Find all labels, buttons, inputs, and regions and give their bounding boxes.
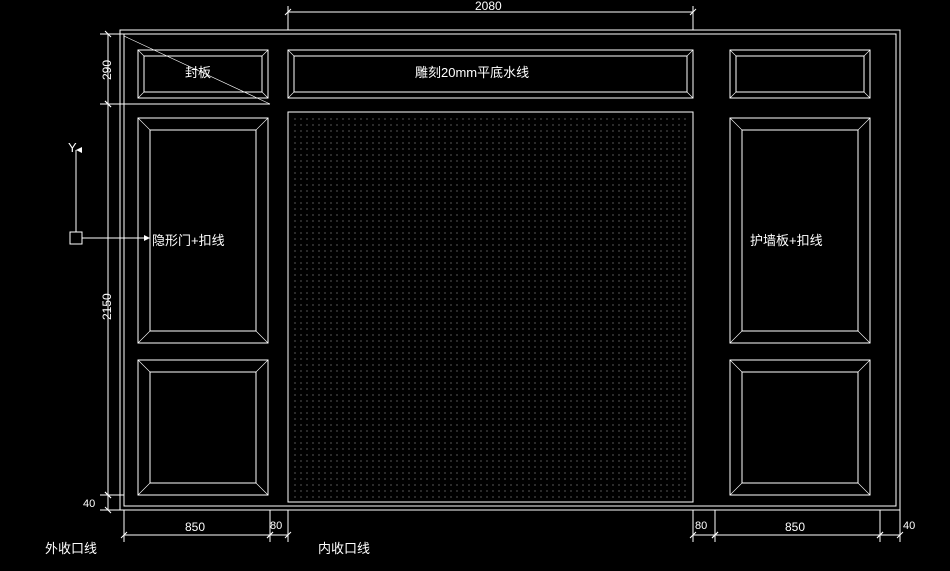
dim-right-edge: 40	[903, 520, 915, 532]
dim-main-height: 2150	[100, 293, 114, 320]
wall-panel-label: 护墙板+扣线	[750, 230, 823, 249]
inner-line-label: 内收口线	[318, 538, 370, 557]
dim-right-gap: 80	[695, 520, 707, 532]
left-door-panels	[138, 118, 268, 495]
y-axis-label: Y	[68, 140, 77, 155]
hidden-door-label: 隐形门+扣线	[152, 230, 225, 249]
dim-top-width: 2080	[475, 0, 502, 13]
dim-left-panel: 850	[185, 520, 205, 534]
center-hatch	[292, 116, 689, 498]
right-wall-panels	[730, 118, 870, 495]
dim-bottom-gap: 40	[83, 498, 95, 510]
seal-panel-label: 封板	[185, 62, 211, 81]
dim-right-panel: 850	[785, 520, 805, 534]
outer-line-label: 外收口线	[45, 538, 97, 557]
dim-left-gap: 80	[270, 520, 282, 532]
dim-top-height: 290	[100, 60, 114, 80]
carving-line-label: 雕刻20mm平底水线	[415, 62, 529, 81]
